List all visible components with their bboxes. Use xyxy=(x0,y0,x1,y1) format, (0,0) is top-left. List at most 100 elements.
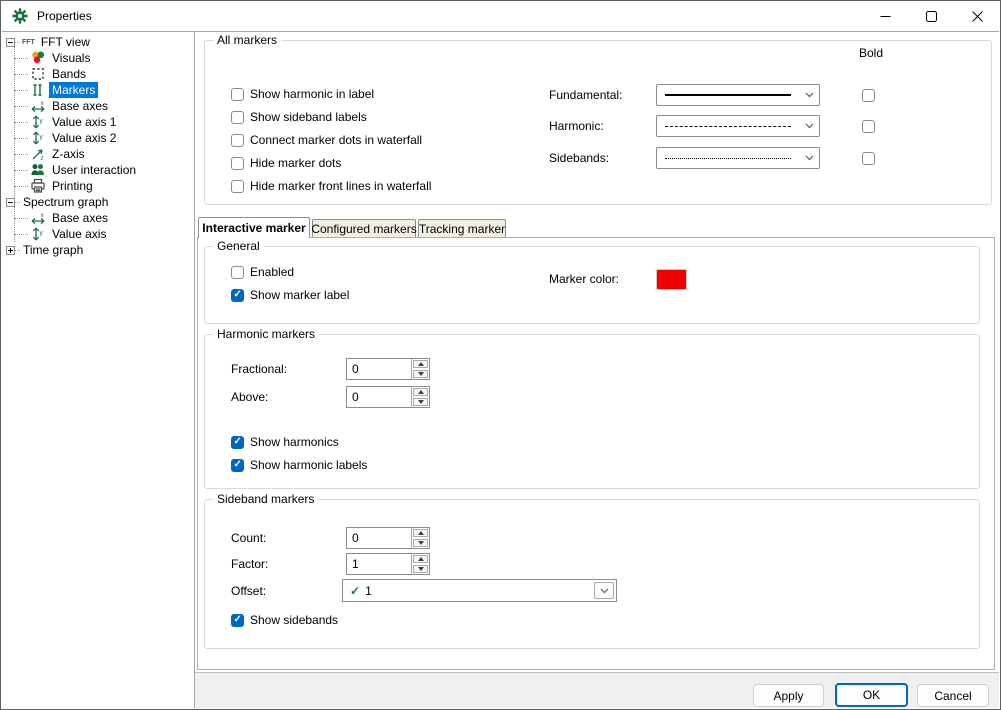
checkbox[interactable] xyxy=(231,133,244,147)
chevron-down-icon xyxy=(799,92,819,98)
checkbox[interactable] xyxy=(231,179,244,193)
spin-up-button[interactable] xyxy=(413,555,428,563)
tree-item-visuals[interactable]: Visuals xyxy=(14,50,93,66)
fundamental-bold-checkbox[interactable] xyxy=(862,87,875,103)
base-axes-icon: x xyxy=(31,212,45,225)
checkbox-hide-marker-front-lines[interactable]: Hide marker front lines in waterfall xyxy=(231,178,431,194)
checkbox-show-sidebands[interactable]: Show sidebands xyxy=(231,612,338,628)
check-icon: ✓ xyxy=(350,583,361,598)
expand-icon[interactable] xyxy=(6,245,15,255)
count-spinner[interactable]: 0 xyxy=(346,527,430,549)
apply-button[interactable]: Apply xyxy=(753,684,824,707)
z-axis-icon: z xyxy=(32,149,44,162)
checkbox[interactable] xyxy=(231,87,244,101)
maximize-button[interactable] xyxy=(908,1,954,31)
sidebands-line-style-combo[interactable] xyxy=(656,147,820,169)
checkbox[interactable] xyxy=(862,151,875,165)
close-button[interactable] xyxy=(954,1,1000,31)
tree-item-markers[interactable]: Markers xyxy=(14,82,99,98)
tree-item-bands[interactable]: Bands xyxy=(14,66,89,82)
tab-tracking-marker[interactable]: Tracking marker xyxy=(418,219,506,237)
user-interaction-icon xyxy=(31,164,44,175)
down-arrow-icon xyxy=(417,372,424,376)
fundamental-line-style-combo[interactable] xyxy=(656,84,820,106)
spin-down-button[interactable] xyxy=(413,539,428,547)
sidebands-label: Sidebands: xyxy=(549,151,610,165)
group-title: Sideband markers xyxy=(213,492,319,506)
spin-down-button[interactable] xyxy=(413,398,428,406)
group-title: General xyxy=(213,239,264,253)
spin-up-button[interactable] xyxy=(413,388,428,396)
checkbox[interactable] xyxy=(231,110,244,124)
tree-item-spectrum-base-axes[interactable]: x Base axes xyxy=(14,210,111,226)
tree-item-base-axes[interactable]: x Base axes xyxy=(14,98,111,114)
checkbox[interactable] xyxy=(862,119,875,133)
tree-item-value-axis-2[interactable]: y Value axis 2 xyxy=(14,130,119,146)
checkbox[interactable] xyxy=(231,265,244,279)
collapse-icon[interactable] xyxy=(6,197,15,207)
spin-down-button[interactable] xyxy=(413,565,428,573)
marker-color-swatch[interactable] xyxy=(656,269,687,290)
markers-icon xyxy=(33,84,42,96)
checkbox[interactable] xyxy=(231,288,244,302)
tree-item-value-axis-1[interactable]: y Value axis 1 xyxy=(14,114,119,130)
tree-item-z-axis[interactable]: z Z-axis xyxy=(14,146,88,162)
spin-up-button[interactable] xyxy=(413,360,428,368)
checkbox-show-sideband-labels[interactable]: Show sideband labels xyxy=(231,109,367,125)
checkbox[interactable] xyxy=(231,458,244,472)
svg-text:y: y xyxy=(40,118,44,125)
tree-item-user-interaction[interactable]: User interaction xyxy=(14,162,139,178)
checkbox[interactable] xyxy=(231,435,244,449)
down-arrow-icon xyxy=(417,541,424,545)
checkbox-show-harmonic-labels[interactable]: Show harmonic labels xyxy=(231,457,367,473)
collapse-icon[interactable] xyxy=(6,37,15,47)
fractional-label: Fractional: xyxy=(231,362,288,376)
fft-icon: FFT xyxy=(22,38,35,46)
checkbox-show-marker-label[interactable]: Show marker label xyxy=(231,287,349,303)
checkbox[interactable] xyxy=(231,156,244,170)
tab-interactive-marker[interactable]: Interactive marker xyxy=(198,217,310,238)
chevron-down-icon xyxy=(600,588,608,593)
minimize-icon xyxy=(880,15,890,17)
checkbox[interactable] xyxy=(231,613,244,627)
group-title: All markers xyxy=(213,33,282,47)
fractional-spinner[interactable]: 0 xyxy=(346,358,430,380)
checkbox-connect-marker-dots[interactable]: Connect marker dots in waterfall xyxy=(231,132,422,148)
tree-item-time-graph[interactable]: Time graph xyxy=(6,242,86,258)
tree-item-printing[interactable]: Printing xyxy=(14,178,96,194)
harmonic-line-style-combo[interactable] xyxy=(656,115,820,137)
tree-item-spectrum-graph[interactable]: Spectrum graph xyxy=(6,194,111,210)
dialog-body: FFT FFT view Visuals Bands Markers x Bas… xyxy=(2,31,999,708)
checkbox-hide-marker-dots[interactable]: Hide marker dots xyxy=(231,155,341,171)
up-arrow-icon xyxy=(417,362,424,366)
button-bar: Apply OK Cancel xyxy=(195,672,999,708)
offset-combo[interactable]: ✓ 1 xyxy=(342,579,617,602)
checkbox-enabled[interactable]: Enabled xyxy=(231,264,294,280)
minimize-button[interactable] xyxy=(862,1,908,31)
checkbox-show-harmonic-in-label[interactable]: Show harmonic in label xyxy=(231,86,374,102)
spin-up-button[interactable] xyxy=(413,529,428,537)
value-axis-icon: y xyxy=(32,227,44,241)
cancel-button[interactable]: Cancel xyxy=(917,684,989,707)
harmonic-bold-checkbox[interactable] xyxy=(862,118,875,134)
tree-item-spectrum-value-axis[interactable]: y Value axis xyxy=(14,226,109,242)
dotted-line-preview xyxy=(665,157,791,159)
ok-button[interactable]: OK xyxy=(835,683,908,707)
combo-drop-button[interactable] xyxy=(594,582,614,599)
spin-down-button[interactable] xyxy=(413,370,428,378)
above-spinner[interactable]: 0 xyxy=(346,386,430,408)
harmonic-label: Harmonic: xyxy=(549,119,604,133)
tab-configured-markers[interactable]: Configured markers xyxy=(311,219,417,237)
above-label: Above: xyxy=(231,390,269,404)
svg-text:y: y xyxy=(40,134,44,141)
factor-spinner[interactable]: 1 xyxy=(346,553,430,575)
sidebands-bold-checkbox[interactable] xyxy=(862,150,875,166)
checkbox-show-harmonics[interactable]: Show harmonics xyxy=(231,434,339,450)
tree-item-fft-view[interactable]: FFT FFT view xyxy=(6,34,93,50)
settings-tree: FFT FFT view Visuals Bands Markers x Bas… xyxy=(2,32,195,708)
chevron-down-icon xyxy=(799,155,819,161)
up-arrow-icon xyxy=(417,390,424,394)
checkbox[interactable] xyxy=(862,88,875,102)
count-label: Count: xyxy=(231,531,267,545)
maximize-icon xyxy=(925,10,937,22)
